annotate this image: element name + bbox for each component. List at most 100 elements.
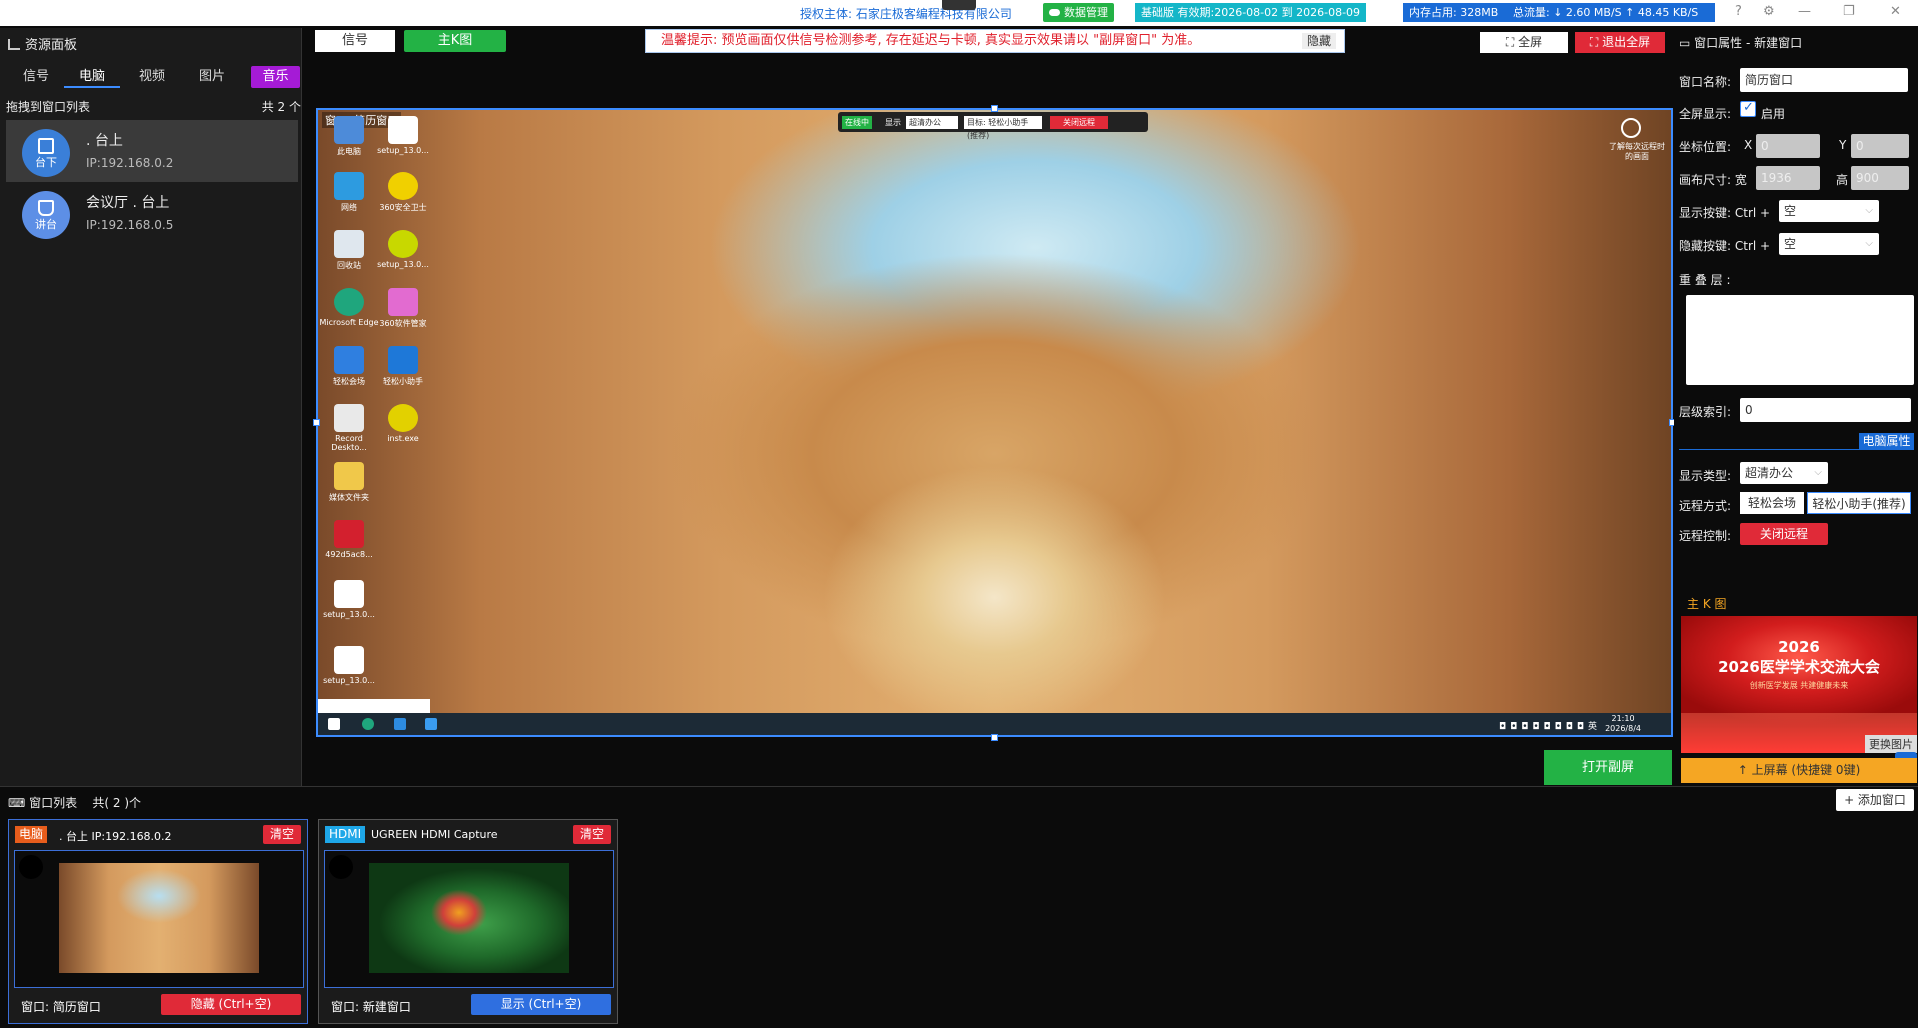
add-window-button[interactable]: + 添加窗口: [1836, 789, 1914, 811]
show-key-label: 显示按键: Ctrl +: [1679, 206, 1771, 220]
overlay-list[interactable]: [1686, 295, 1914, 385]
window-name-input[interactable]: 简历窗口: [1740, 68, 1908, 92]
clear-button[interactable]: 清空: [263, 825, 301, 844]
height-label: 高: [1836, 173, 1849, 187]
remote-toolbar: 在线中 显示 超清办公 目标: 轻松小助手(推荐) 关闭远程: [838, 112, 1148, 140]
desktop-icon[interactable]: inst.exe: [372, 404, 434, 443]
canvas-size-label: 画布尺寸: 宽: [1679, 173, 1747, 187]
remote-status: 在线中: [842, 116, 872, 129]
banner-year: 2026: [1778, 638, 1820, 656]
avatar: 讲台: [22, 191, 70, 239]
resize-handle-bottom[interactable]: [991, 734, 998, 741]
desktop-icon[interactable]: 此电脑: [318, 116, 380, 157]
swap-image-button[interactable]: 更换图片: [1865, 735, 1917, 753]
window-card[interactable]: 电脑 . 台上 IP:192.168.0.2 清空 窗口: 简历窗口 隐藏 (C…: [8, 819, 308, 1024]
desktop-icon[interactable]: Record Deskto...: [318, 404, 380, 452]
lectern-icon: [38, 200, 54, 216]
tab-main-k[interactable]: 主K图: [404, 30, 506, 52]
tab-music[interactable]: 音乐: [251, 66, 300, 88]
tab-video[interactable]: 视频: [124, 66, 180, 88]
drag-handle[interactable]: [942, 0, 976, 10]
window-card[interactable]: HDMI UGREEN HDMI Capture 清空 窗口: 新建窗口 显示 …: [318, 819, 618, 1024]
tab-signal-preview[interactable]: 信号: [315, 30, 395, 52]
open-subscreen-button[interactable]: 打开副屏: [1544, 750, 1672, 785]
source-item[interactable]: 台下 . 台上 IP:192.168.0.2: [6, 120, 298, 182]
source-ip: IP:192.168.0.2: [86, 156, 174, 170]
banner-subtitle: 创新医学发展 共建健康未来: [1749, 681, 1849, 690]
window-list-header: ⌨ 窗口列表 共( 2 )个: [0, 786, 1918, 814]
fullscreen-button[interactable]: ⛶ 全屏: [1480, 32, 1568, 53]
hide-key-select[interactable]: 空: [1779, 233, 1879, 255]
signal-preview[interactable]: 窗口: 简历窗口 在线中 显示 超清办公 目标: 轻松小助手(推荐) 关闭远程 …: [316, 108, 1673, 737]
fullscreen-checkbox[interactable]: [1740, 100, 1756, 117]
gear-icon[interactable]: ⚙: [1763, 4, 1775, 19]
position-label: 坐标位置:: [1679, 140, 1732, 154]
remote-control-label: 远程控制:: [1679, 529, 1732, 543]
up-screen-button[interactable]: ↑ 上屏幕 (快捷键 0键): [1681, 758, 1917, 783]
remote-display-label: 显示: [885, 118, 901, 127]
license-owner: 授权主体: 石家庄极客编程科技有限公司: [800, 7, 1012, 21]
edge-icon[interactable]: [362, 718, 374, 730]
source-item[interactable]: 讲台 会议厅 . 台上 IP:192.168.0.5: [6, 182, 298, 244]
show-window-button[interactable]: 显示 (Ctrl+空): [471, 994, 611, 1015]
enable-label: 启用: [1761, 107, 1786, 121]
fullscreen-icon: ⛶: [1505, 35, 1519, 49]
clear-button[interactable]: 清空: [573, 825, 611, 844]
desktop-icon[interactable]: setup_13.0...: [318, 646, 380, 685]
height-input[interactable]: 900: [1851, 166, 1909, 190]
avatar: 台下: [22, 129, 70, 177]
remote-method-meeting[interactable]: 轻松会场: [1740, 492, 1804, 514]
x-input[interactable]: 0: [1756, 134, 1820, 158]
resize-handle-left[interactable]: [313, 419, 320, 426]
tab-image[interactable]: 图片: [184, 66, 240, 88]
windows-start-icon[interactable]: [328, 718, 340, 730]
desktop-icon[interactable]: 网络: [318, 172, 380, 213]
desktop-icon[interactable]: setup_13.0...: [372, 116, 434, 155]
data-management-button[interactable]: 数据管理: [1043, 3, 1114, 22]
tab-computer[interactable]: 电脑: [64, 66, 120, 88]
preview-notice: 温馨提示: 预览画面仅供信号检测参考, 存在延迟与卡顿, 真实显示效果请以 "副…: [645, 29, 1345, 53]
card-thumbnail[interactable]: [14, 850, 304, 988]
width-input[interactable]: 1936: [1756, 166, 1820, 190]
hide-notice-button[interactable]: 隐藏: [1301, 33, 1336, 49]
desktop-icon[interactable]: setup_13.0...: [372, 230, 434, 269]
show-key-select[interactable]: 空: [1779, 200, 1879, 222]
meeting-icon[interactable]: [425, 718, 437, 730]
desktop-icon[interactable]: 492d5ac8...: [318, 520, 380, 559]
y-input[interactable]: 0: [1851, 134, 1909, 158]
taskbar: ◘◘◘◘◘◘◘◘英 21:10 2026/8/4: [318, 713, 1671, 735]
desktop-icon[interactable]: Microsoft Edge: [318, 288, 380, 327]
remote-close-button[interactable]: 关闭远程: [1050, 116, 1108, 129]
minimize-icon[interactable]: —: [1798, 4, 1811, 19]
desktop-icon[interactable]: 360安全卫士: [372, 172, 434, 213]
desktop-icon[interactable]: 360软件管家: [372, 288, 434, 329]
desktop-icon[interactable]: 轻松会场: [318, 346, 380, 387]
desktop-icon[interactable]: 轻松小助手: [372, 346, 434, 387]
layer-index-label: 层级索引:: [1679, 405, 1732, 419]
exit-fullscreen-button[interactable]: ⛶ 退出全屏: [1575, 32, 1665, 53]
main-k-image[interactable]: 2026 2026医学学术交流大会 创新医学发展 共建健康未来 更换图片: [1681, 616, 1917, 753]
desktop-icon[interactable]: 回收站: [318, 230, 380, 271]
remote-mode-select[interactable]: 超清办公: [906, 116, 958, 129]
notice-text: 温馨提示: 预览画面仅供信号检测参考, 存在延迟与卡顿, 真实显示效果请以 "副…: [661, 33, 1201, 48]
resize-handle-top[interactable]: [991, 105, 998, 112]
close-remote-button[interactable]: 关闭远程: [1740, 523, 1828, 545]
podium-icon: [38, 138, 54, 154]
desktop-icon[interactable]: 媒体文件夹: [318, 462, 380, 503]
maximize-icon[interactable]: ❐: [1843, 4, 1855, 19]
desktop-icon[interactable]: setup_13.0...: [318, 580, 380, 619]
help-icon[interactable]: ?: [1735, 4, 1742, 19]
card-source-name: UGREEN HDMI Capture: [371, 828, 498, 841]
resource-panel-title: 资源面板: [8, 34, 77, 53]
display-type-select[interactable]: 超清办公: [1740, 462, 1828, 484]
hide-window-button[interactable]: 隐藏 (Ctrl+空): [161, 994, 301, 1015]
source-name: . 台上: [86, 133, 123, 149]
assistant-icon[interactable]: [394, 718, 406, 730]
card-thumbnail[interactable]: [324, 850, 614, 988]
tab-signal[interactable]: 信号: [8, 66, 64, 88]
layer-index-input[interactable]: 0: [1740, 398, 1911, 422]
rotate-icon[interactable]: [1621, 118, 1641, 138]
remote-method-assistant[interactable]: 轻松小助手(推荐): [1807, 492, 1911, 514]
remote-target-select[interactable]: 目标: 轻松小助手(推荐): [964, 116, 1042, 140]
close-icon[interactable]: ✕: [1890, 4, 1901, 19]
